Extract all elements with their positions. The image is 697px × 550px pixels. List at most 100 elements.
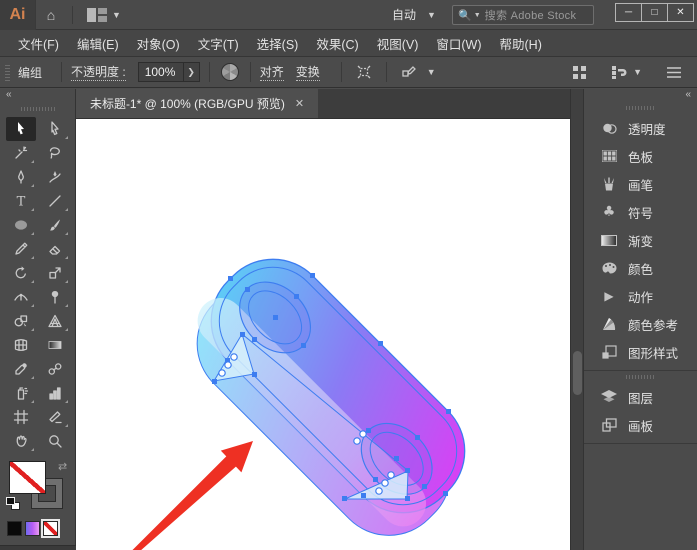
selected-artwork[interactable]: [76, 119, 570, 550]
flyout-indicator: [31, 376, 34, 379]
menu-item-0[interactable]: 文件(F): [10, 30, 67, 57]
default-fill-stroke-icon[interactable]: [6, 497, 20, 510]
drag-grip[interactable]: [21, 107, 55, 111]
panel-tab-actions[interactable]: ▶动作: [584, 282, 697, 310]
tool-eyedropper[interactable]: [6, 357, 36, 381]
panel-tab-gradient-panel[interactable]: 渐变: [584, 226, 697, 254]
panel-tab-color[interactable]: 颜色: [584, 254, 697, 282]
panel-menu-icon[interactable]: [666, 66, 682, 79]
vertical-scrollbar[interactable]: [570, 89, 583, 550]
tool-zoom[interactable]: [40, 429, 70, 453]
tool-selection[interactable]: [6, 117, 36, 141]
recolor-artwork-icon[interactable]: [221, 63, 239, 81]
tool-mesh[interactable]: [6, 333, 36, 357]
tool-blend[interactable]: [40, 357, 70, 381]
tool-artboard[interactable]: [6, 405, 36, 429]
close-button[interactable]: ✕: [667, 3, 694, 22]
collapse-tools-icon[interactable]: «: [0, 89, 75, 103]
swap-fill-stroke-icon[interactable]: ⇄: [58, 460, 67, 473]
drag-grip[interactable]: [626, 375, 656, 379]
tool-hand[interactable]: [6, 429, 36, 453]
tool-gradient[interactable]: [40, 333, 70, 357]
panel-tab-transparency[interactable]: 透明度: [584, 114, 697, 142]
color-guide-icon: [600, 317, 618, 331]
color-button[interactable]: [7, 521, 22, 536]
tool-slice[interactable]: [40, 405, 70, 429]
tool-shape-builder[interactable]: [6, 309, 36, 333]
menu-item-8[interactable]: 帮助(H): [492, 30, 550, 57]
none-button[interactable]: [43, 521, 58, 536]
flyout-indicator: [65, 208, 68, 211]
panel-tab-symbols[interactable]: ♣符号: [584, 198, 697, 226]
workspace-layout-icon[interactable]: [87, 8, 107, 22]
opacity-value[interactable]: 100%: [138, 62, 184, 82]
tool-ellipse[interactable]: [6, 213, 36, 237]
menu-item-3[interactable]: 文字(T): [190, 30, 247, 57]
chevron-down-icon[interactable]: ▼: [427, 67, 436, 77]
menu-item-6[interactable]: 视图(V): [369, 30, 427, 57]
menu-item-4[interactable]: 选择(S): [249, 30, 307, 57]
menu-item-7[interactable]: 窗口(W): [428, 30, 489, 57]
fill-swatch-none[interactable]: [9, 461, 46, 494]
tool-lasso[interactable]: [40, 141, 70, 165]
tool-column-graph[interactable]: [40, 381, 70, 405]
align-link[interactable]: 对齐: [260, 63, 284, 81]
panel-tab-swatches[interactable]: 色板: [584, 142, 697, 170]
flyout-indicator: [31, 304, 34, 307]
artboard-canvas[interactable]: [76, 119, 570, 550]
minimize-button[interactable]: ─: [615, 3, 642, 22]
auto-dropdown[interactable]: 自动 ▼: [392, 6, 436, 23]
menu-item-1[interactable]: 编辑(E): [69, 30, 127, 57]
home-icon[interactable]: ⌂: [36, 7, 66, 23]
panel-tab-graphic-styles[interactable]: 图形样式: [584, 338, 697, 366]
drag-grip[interactable]: [5, 63, 10, 81]
tool-symbol-sprayer[interactable]: [6, 381, 36, 405]
opacity-link[interactable]: 不透明度 :: [71, 63, 126, 81]
collapse-panels-icon[interactable]: «: [584, 89, 697, 102]
close-tab-icon[interactable]: ✕: [295, 97, 304, 110]
chevron-down-icon[interactable]: ▼: [112, 10, 121, 20]
tool-line-segment[interactable]: [40, 189, 70, 213]
transform-link[interactable]: 变换: [296, 63, 320, 81]
document-tab[interactable]: 未标题-1* @ 100% (RGB/GPU 预览) ✕: [76, 89, 318, 118]
tool-shaper-pencil[interactable]: [6, 237, 36, 261]
tool-width[interactable]: [6, 285, 36, 309]
panel-tab-layers[interactable]: 图层: [584, 383, 697, 411]
maximize-button[interactable]: □: [641, 3, 668, 22]
edit-similar-icon[interactable]: [401, 64, 417, 80]
gradient-button[interactable]: [25, 521, 40, 536]
annotation-arrow: [123, 441, 253, 550]
tool-type[interactable]: T: [6, 189, 36, 213]
panel-tab-label: 图层: [628, 388, 653, 407]
menu-item-5[interactable]: 效果(C): [308, 30, 366, 57]
menu-item-2[interactable]: 对象(O): [129, 30, 188, 57]
tool-magic-wand[interactable]: [6, 141, 36, 165]
panel-tab-brushes[interactable]: 画笔: [584, 170, 697, 198]
panel-tab-color-guide[interactable]: 颜色参考: [584, 310, 697, 338]
chevron-right-icon[interactable]: ❯: [184, 62, 200, 82]
tool-puppet-warp[interactable]: [40, 285, 70, 309]
tool-scale[interactable]: [40, 261, 70, 285]
snap-options-icon[interactable]: ▼: [611, 65, 642, 80]
tool-paintbrush[interactable]: [40, 213, 70, 237]
gradient-panel-icon: [600, 235, 618, 246]
tool-eraser[interactable]: [40, 237, 70, 261]
tool-curvature[interactable]: [40, 165, 70, 189]
flyout-indicator: [31, 208, 34, 211]
tool-perspective-grid[interactable]: [40, 309, 70, 333]
tool-pen[interactable]: [6, 165, 36, 189]
chevron-down-icon: ▼: [633, 67, 642, 77]
tool-rotate[interactable]: [6, 261, 36, 285]
options-bar: 编组 不透明度 : 100% ❯ 对齐 变换 ▼ ▼: [0, 57, 697, 88]
free-transform-icon[interactable]: [356, 64, 372, 80]
panel-tab-artboards[interactable]: 画板: [584, 411, 697, 439]
scrollbar-thumb[interactable]: [573, 351, 582, 395]
opacity-combo[interactable]: 100% ❯: [138, 62, 200, 82]
document-area: 未标题-1* @ 100% (RGB/GPU 预览) ✕: [76, 89, 570, 550]
drag-grip[interactable]: [626, 106, 656, 110]
arrange-icon[interactable]: [572, 65, 587, 80]
tool-direct-selection[interactable]: [40, 117, 70, 141]
layers-icon: [600, 390, 618, 404]
window-controls: ─ □ ✕: [616, 3, 694, 22]
stock-search-input[interactable]: 🔍 ▼ 搜索 Adobe Stock: [452, 5, 594, 25]
